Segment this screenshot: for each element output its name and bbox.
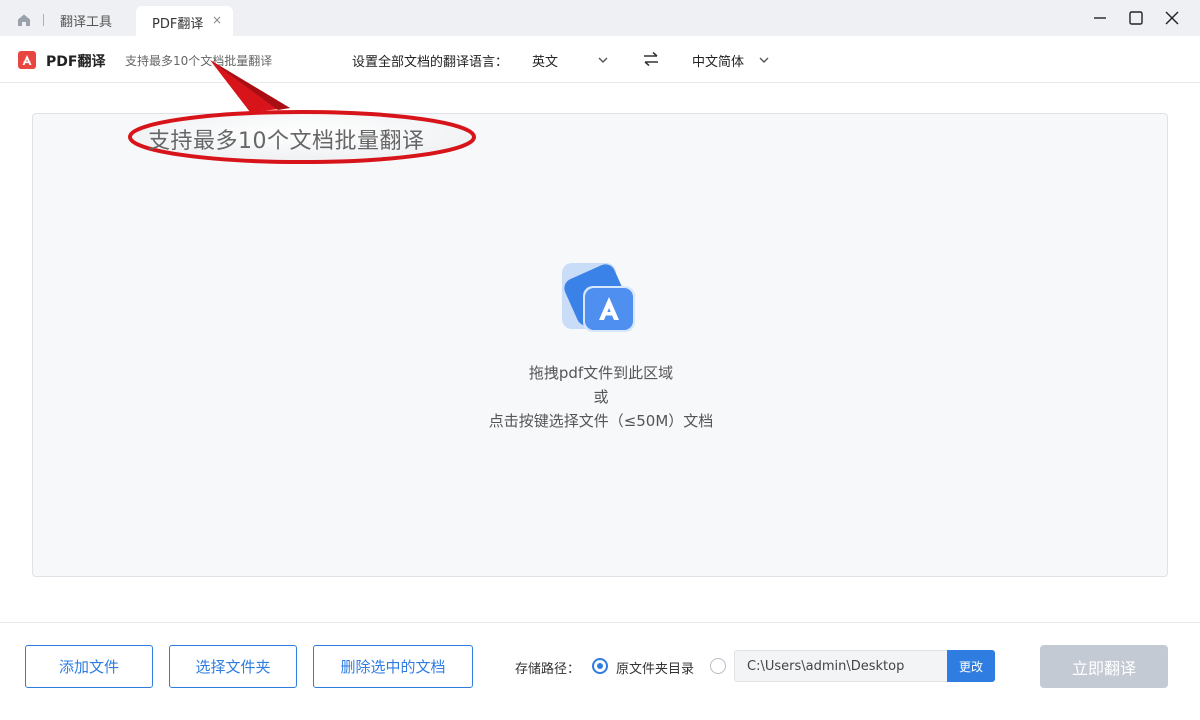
tab-pdf-translate-label: PDF翻译 xyxy=(152,17,204,32)
callout-text: 支持最多10个文档批量翻译 xyxy=(148,129,425,154)
drop-instruction-or: 或 xyxy=(593,388,609,406)
radio-original-folder[interactable] xyxy=(592,658,608,674)
close-icon[interactable]: × xyxy=(212,13,222,27)
drop-instruction: 拖拽pdf文件到此区域 xyxy=(528,364,674,382)
delete-selected-button[interactable]: 删除选中的文档 xyxy=(313,645,473,688)
tab-pdf-translate[interactable]: PDF翻译 × xyxy=(136,6,233,36)
target-language-select[interactable]: 中文简体 xyxy=(692,46,774,74)
save-path-field[interactable]: C:\Users\admin\Desktop xyxy=(734,650,948,682)
tab-divider xyxy=(43,14,44,26)
home-icon[interactable] xyxy=(16,12,32,28)
pdf-upload-icon xyxy=(562,263,635,332)
chevron-down-icon xyxy=(598,57,608,63)
select-folder-button[interactable]: 选择文件夹 xyxy=(169,645,297,688)
drop-instruction-click: 点击按键选择文件（≤50M）文档 xyxy=(488,412,714,430)
close-window-icon[interactable] xyxy=(1162,8,1182,28)
add-file-button[interactable]: 添加文件 xyxy=(25,645,153,688)
app-name: PDF翻译 xyxy=(46,54,106,70)
save-path-label: 存储路径： xyxy=(515,662,581,677)
target-language-value: 中文简体 xyxy=(692,55,745,70)
tab-translate-tools[interactable]: 翻译工具 xyxy=(60,11,112,30)
source-language-select[interactable]: 英文 xyxy=(532,46,614,74)
translate-now-button[interactable]: 立即翻译 xyxy=(1040,645,1168,688)
swap-icon[interactable] xyxy=(642,50,660,68)
source-language-value: 英文 xyxy=(532,55,559,70)
title-bar: 翻译工具 PDF翻译 × xyxy=(0,0,1200,36)
maximize-icon[interactable] xyxy=(1126,8,1146,28)
change-path-button[interactable]: 更改 xyxy=(947,650,995,682)
file-drop-zone[interactable]: 拖拽pdf文件到此区域 或 点击按键选择文件（≤50M）文档 xyxy=(32,113,1168,577)
chevron-down-icon xyxy=(759,57,769,63)
pdf-logo-icon xyxy=(18,51,36,69)
option-original-folder-label[interactable]: 原文件夹目录 xyxy=(616,658,694,677)
radio-custom-path[interactable] xyxy=(710,658,726,674)
bottom-bar: 添加文件 选择文件夹 删除选中的文档 存储路径： 原文件夹目录 C:\Users… xyxy=(0,622,1200,720)
minimize-icon[interactable] xyxy=(1090,8,1110,28)
